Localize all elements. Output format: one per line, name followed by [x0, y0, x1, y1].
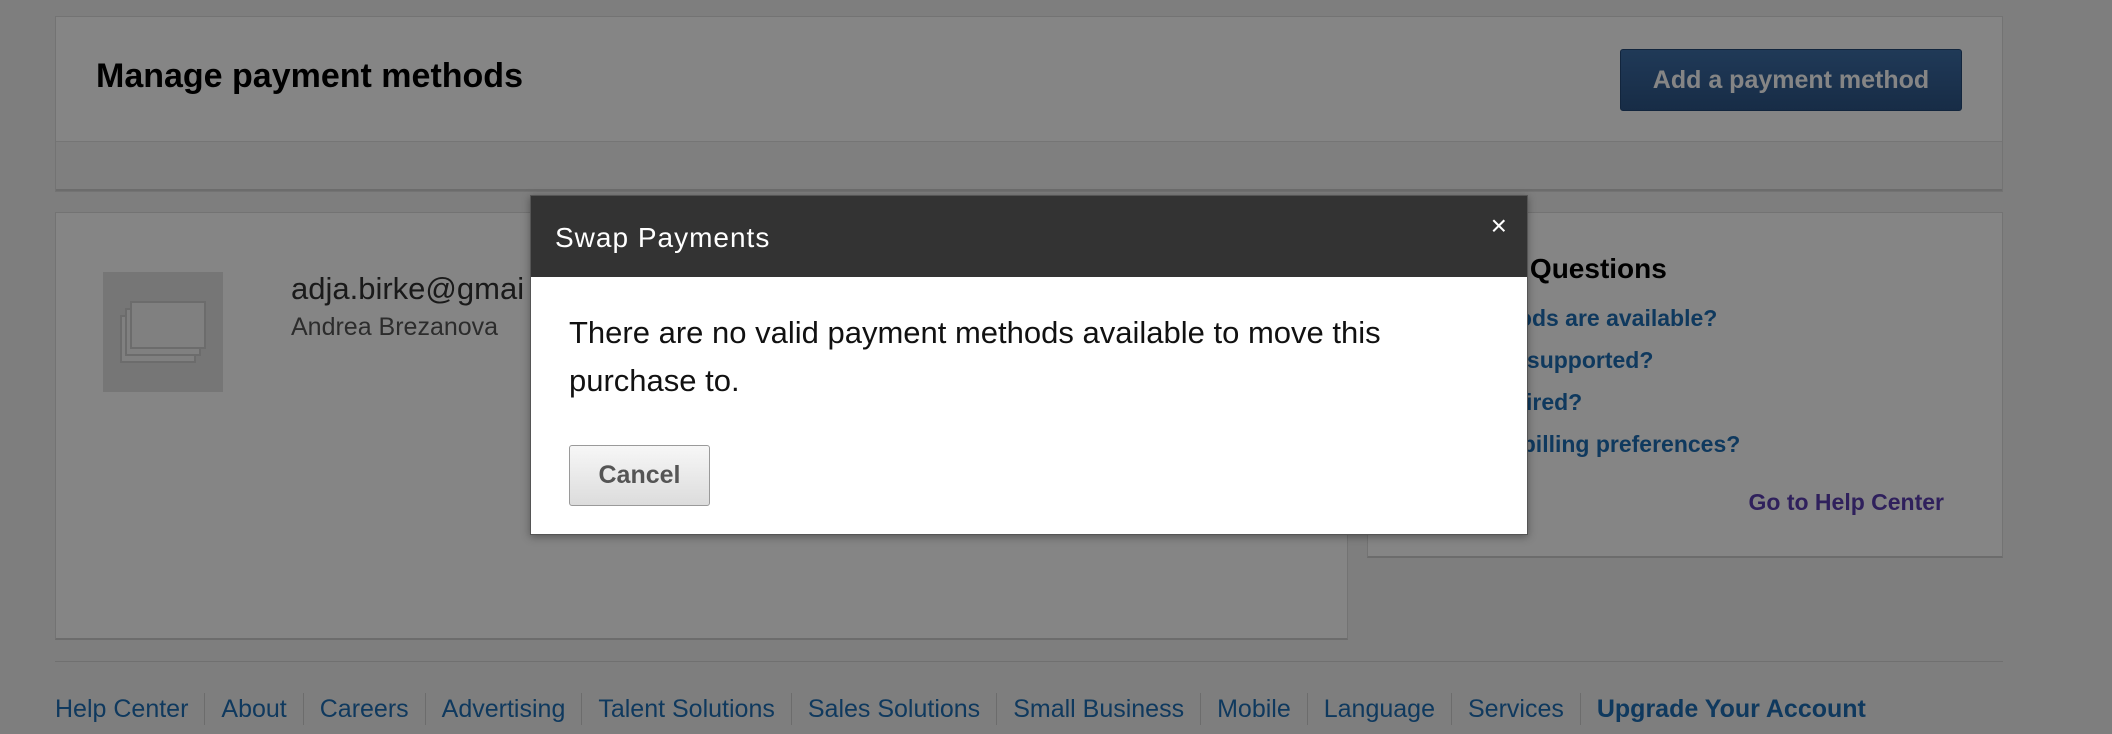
dialog-message: There are no valid payment methods avail… — [569, 315, 1381, 398]
close-icon[interactable]: × — [1491, 212, 1507, 240]
dialog-body: There are no valid payment methods avail… — [531, 277, 1527, 506]
dialog-header: Swap Payments × — [531, 196, 1527, 277]
swap-payments-dialog: Swap Payments × There are no valid payme… — [530, 195, 1528, 535]
cancel-button[interactable]: Cancel — [569, 445, 710, 506]
dialog-title: Swap Payments — [555, 222, 771, 253]
